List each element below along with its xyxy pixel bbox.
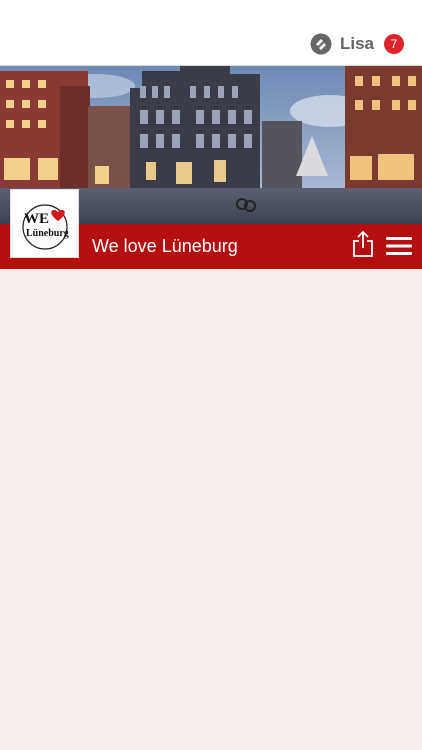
user-name[interactable]: Lisa [340,34,374,54]
logo-text-bottom: Lüneburg [26,228,69,239]
feed-content-area [0,269,422,750]
community-logo: WE Lüneburg [10,189,79,258]
user-profile[interactable]: Lisa 7 [310,32,404,56]
hamburger-menu-icon[interactable] [386,236,412,256]
top-bar: Lisa 7 [0,0,422,66]
notification-badge[interactable]: 7 [384,34,404,54]
share-icon[interactable] [352,230,374,258]
app-logo-icon [310,33,332,55]
community-title: We love Lüneburg [92,236,238,256]
logo-text-top: WE [24,211,49,227]
